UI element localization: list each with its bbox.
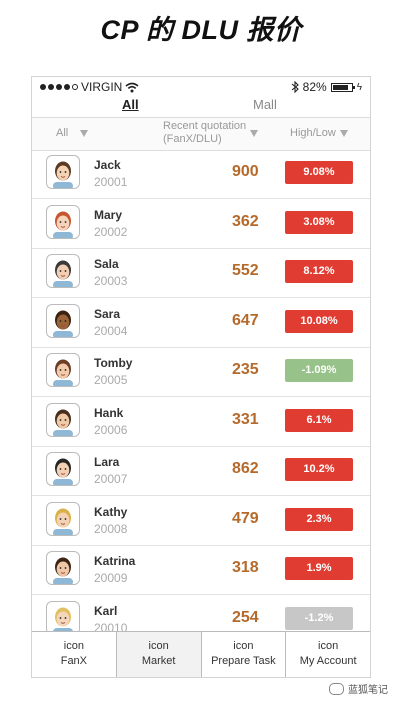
avatar [46, 353, 80, 387]
list-item[interactable]: Hank 20006 331 6.1% [32, 397, 370, 447]
dropdown-arrow-icon [250, 129, 259, 137]
quote-value: 235 [232, 361, 259, 378]
user-code: 20002 [94, 224, 128, 239]
avatar [46, 303, 80, 338]
dropdown-arrow-icon [80, 129, 89, 137]
column-header: All Recent quotation (FanX/DLU) High/Low [32, 117, 370, 151]
avatar [46, 600, 80, 635]
list-item[interactable]: Tomby 20005 235 -1.09% [32, 347, 370, 397]
list-item[interactable]: Katrina 20009 318 1.9% [32, 545, 370, 595]
list-item[interactable]: Kathy 20008 479 2.3% [32, 496, 370, 546]
quote-value: 331 [232, 410, 259, 428]
quote-value: 900 [232, 163, 259, 180]
change-badge: 6.1% [285, 408, 353, 432]
user-name: Kathy [94, 504, 128, 519]
user-name: Katrina [94, 554, 136, 568]
charging-icon: ϟ [356, 81, 362, 93]
quote-value: 647 [232, 311, 259, 329]
list-item[interactable]: Jack 20001 900 9.08% [32, 149, 370, 199]
user-code: 20004 [94, 323, 128, 338]
change-badge: 2.3% [285, 507, 353, 531]
user-name: Jack [94, 158, 121, 172]
change-badge: 8.12% [285, 260, 353, 283]
quote-value: 254 [232, 608, 259, 626]
change-badge: 1.9% [285, 557, 353, 580]
quote-value: 362 [232, 212, 259, 230]
user-code: 20001 [94, 175, 128, 189]
prepare-task-icon: icon [233, 640, 254, 652]
signal-icon [40, 84, 78, 90]
user-code: 20007 [94, 472, 128, 486]
tab-prepare-task[interactable]: icon Prepare Task [202, 632, 287, 677]
filter-dropdown[interactable]: All [56, 127, 89, 139]
my-account-icon: icon [318, 640, 339, 652]
page-heading: CP 的 DLU 报价 [100, 15, 302, 45]
battery-percent: 82% [302, 80, 327, 94]
change-badge: 10.08% [285, 309, 353, 333]
wifi-icon [125, 82, 139, 92]
carrier-label: VIRGIN [81, 80, 123, 94]
tab-mall[interactable]: Mall [253, 97, 277, 112]
change-badge: -1.09% [285, 359, 353, 382]
fanx-icon: icon [63, 640, 84, 652]
bottom-tab-bar: icon FanX icon Market icon Prepare Task … [32, 631, 370, 677]
user-name: Mary [94, 207, 123, 222]
change-badge: 3.08% [285, 210, 353, 234]
quote-value: 862 [232, 460, 259, 477]
change-badge: 10.2% [285, 458, 353, 481]
watermark: 蓝狐笔记 [329, 681, 388, 696]
avatar [46, 452, 80, 486]
bluetooth-icon [291, 81, 299, 93]
change-sort[interactable]: High/Low [290, 127, 348, 139]
avatar [46, 155, 80, 189]
quote-value: 552 [232, 262, 259, 279]
user-name: Hank [94, 405, 124, 420]
wechat-icon [329, 682, 344, 695]
battery-icon [330, 82, 355, 92]
avatar [46, 551, 80, 585]
market-icon: icon [148, 640, 169, 652]
user-name: Lara [94, 455, 120, 469]
user-name: Sara [94, 306, 121, 321]
tab-my-account[interactable]: icon My Account [286, 632, 370, 677]
list-item[interactable]: Sara 20004 647 10.08% [32, 298, 370, 348]
user-code: 20006 [94, 422, 128, 437]
avatar [46, 402, 80, 437]
user-code: 20009 [94, 571, 128, 585]
segment-tabs: All Mall [32, 97, 370, 117]
tab-market[interactable]: icon Market [116, 632, 202, 677]
user-code: 20003 [94, 274, 128, 288]
avatar [46, 204, 80, 239]
avatar [46, 501, 80, 536]
quote-value: 318 [232, 559, 259, 576]
quote-value: 479 [232, 509, 259, 527]
user-name: Karl [94, 603, 118, 618]
change-badge: -1.2% [285, 606, 353, 630]
avatar [46, 254, 80, 288]
tab-fanx[interactable]: icon FanX [32, 632, 117, 677]
user-name: Sala [94, 257, 119, 271]
change-badge: 9.08% [285, 161, 353, 184]
user-code: 20005 [94, 373, 128, 387]
dropdown-arrow-icon [339, 129, 348, 137]
user-name: Tomby [94, 356, 133, 370]
status-bar: VIRGIN 82% ϟ [32, 77, 370, 97]
phone-screen: VIRGIN 82% ϟ All Mall All Recent quotati… [31, 76, 371, 678]
quote-sort[interactable]: Recent quotation (FanX/DLU) [163, 120, 259, 146]
list-item[interactable]: Lara 20007 862 10.2% [32, 446, 370, 496]
list-item[interactable]: Sala 20003 552 8.12% [32, 248, 370, 298]
tab-all[interactable]: All [122, 97, 139, 112]
user-code: 20008 [94, 521, 128, 536]
list-item[interactable]: Mary 20002 362 3.08% [32, 199, 370, 249]
